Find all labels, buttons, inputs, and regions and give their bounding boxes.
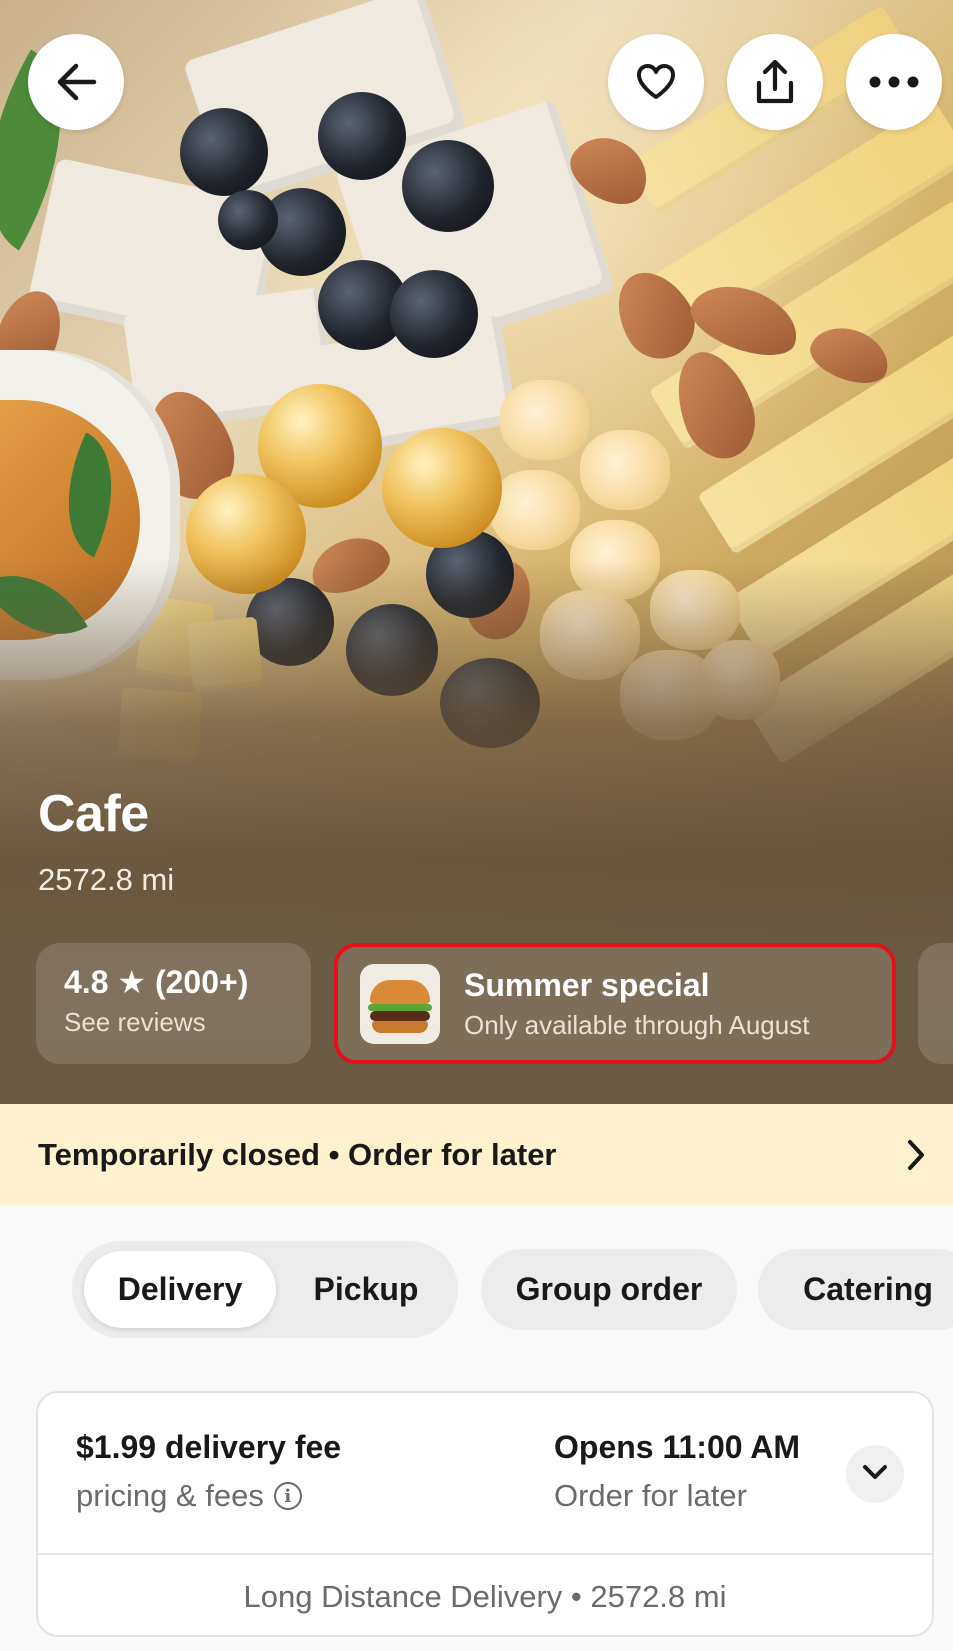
next-info-card[interactable] xyxy=(918,943,953,1064)
share-icon xyxy=(753,59,797,105)
order-for-later-label: Order for later xyxy=(554,1478,747,1513)
promo-card[interactable]: Summer special Only available through Au… xyxy=(334,943,896,1064)
promo-title: Summer special xyxy=(464,966,710,1003)
catering-button[interactable]: Catering xyxy=(758,1249,953,1330)
pricing-fees-label: pricing & fees xyxy=(76,1478,264,1513)
delivery-fee: $1.99 delivery fee xyxy=(76,1429,342,1465)
tab-pickup[interactable]: Pickup xyxy=(286,1251,446,1328)
store-name: Cafe xyxy=(38,785,149,843)
burger-icon xyxy=(360,963,440,1044)
store-distance: 2572.8 mi xyxy=(38,862,175,897)
expand-details-button[interactable] xyxy=(846,1445,904,1503)
delivery-info-card[interactable]: $1.99 delivery fee pricing & fees i Open… xyxy=(36,1391,934,1637)
back-button[interactable] xyxy=(28,34,124,130)
more-horizontal-icon xyxy=(869,76,919,88)
heart-icon xyxy=(635,63,677,101)
chevron-right-icon xyxy=(905,1138,927,1177)
opens-time: Opens 11:00 AM xyxy=(554,1429,801,1465)
rating-value: 4.8 ★ (200+) xyxy=(64,964,249,1000)
temporarily-closed-banner[interactable]: Temporarily closed • Order for later xyxy=(0,1104,953,1205)
info-icon[interactable]: i xyxy=(273,1482,302,1510)
long-distance-delivery-note: Long Distance Delivery • 2572.8 mi xyxy=(243,1579,727,1614)
more-options-button[interactable] xyxy=(846,34,942,130)
closed-banner-text: Temporarily closed • Order for later xyxy=(38,1136,557,1172)
tab-delivery[interactable]: Delivery xyxy=(84,1251,276,1328)
pricing-fees-link[interactable]: pricing & fees i xyxy=(76,1478,341,1514)
arrow-left-icon xyxy=(54,62,98,102)
share-button[interactable] xyxy=(727,34,823,130)
store-hero-image: Cafe 2572.8 mi 4.8 ★ (200+) See reviews … xyxy=(0,0,953,1104)
promo-subtitle: Only available through August xyxy=(464,1009,810,1040)
rating-card[interactable]: 4.8 ★ (200+) See reviews xyxy=(36,943,311,1064)
group-order-button[interactable]: Group order xyxy=(481,1249,737,1330)
favorite-button[interactable] xyxy=(608,34,704,130)
see-reviews-link[interactable]: See reviews xyxy=(64,1007,283,1038)
chevron-down-icon xyxy=(862,1464,888,1485)
